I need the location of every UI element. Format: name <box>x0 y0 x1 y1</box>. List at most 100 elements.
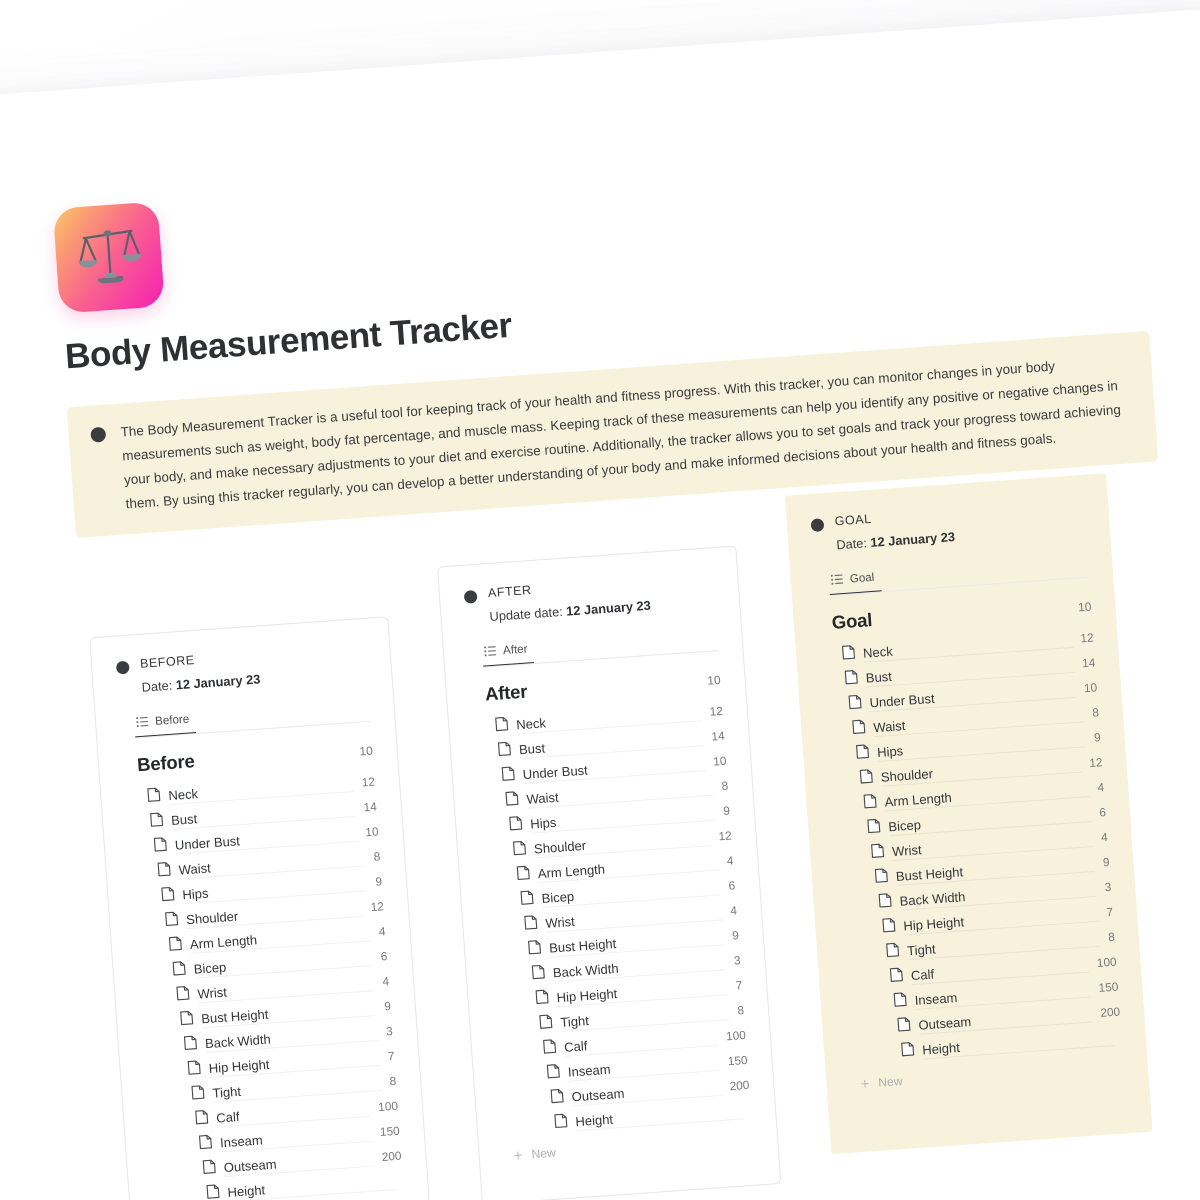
card-goal-db-title: Goal <box>831 608 873 633</box>
tab-before-label: Before <box>154 712 190 728</box>
card-goal-label: GOAL <box>834 512 873 529</box>
page-icon <box>852 719 866 740</box>
callout-bullet-icon <box>90 426 107 443</box>
measurement-value: 200 <box>1099 1004 1121 1021</box>
measurement-value: 8 <box>721 779 729 794</box>
new-label: New <box>877 1074 904 1091</box>
page-icon <box>180 1010 194 1031</box>
measurement-value: 4 <box>1097 780 1105 795</box>
card-goal-rows: Neck 12 Bust 14 Under Bust 10 Waist 8 Hips 9 Shoul… <box>833 625 1122 1067</box>
measurement-value: 9 <box>731 928 740 944</box>
page-icon <box>495 716 509 737</box>
page-icon <box>153 837 167 858</box>
measurement-value: 10 <box>1083 680 1098 696</box>
card-goal[interactable]: GOAL Date: 12 January 23 Goal Goal 10 Ne… <box>784 473 1153 1155</box>
measurement-value: 3 <box>733 953 741 969</box>
page-icon <box>871 843 885 864</box>
measurement-value: 6 <box>1098 805 1107 820</box>
page-icon <box>165 911 179 932</box>
card-after-db-title: After <box>484 680 528 705</box>
page-icon <box>202 1159 216 1180</box>
page-icon <box>150 812 164 833</box>
measurement-value: 14 <box>363 799 378 815</box>
document-page: Body Measurement Tracker The Body Measur… <box>0 6 1200 1200</box>
card-after-tabbar: After <box>481 628 719 668</box>
card-before-db-title: Before <box>136 750 196 776</box>
measurement-value: 8 <box>389 1074 397 1089</box>
tab-after[interactable]: After <box>481 641 535 667</box>
list-icon <box>136 716 149 729</box>
card-after-label: AFTER <box>487 583 533 601</box>
page-icon <box>867 818 881 839</box>
page-icon <box>528 940 542 961</box>
card-before-label: BEFORE <box>139 653 196 672</box>
measurement-value: 8 <box>736 1003 745 1018</box>
card-before-tabbar: Before <box>133 699 371 739</box>
page-icon <box>147 787 161 808</box>
page-icon <box>516 865 530 886</box>
plus-icon: + <box>859 1075 870 1093</box>
page-icon <box>886 942 900 963</box>
measurement-value: 14 <box>1081 655 1096 671</box>
card-before-db-title-value: 10 <box>358 743 374 759</box>
page-icon <box>844 670 858 691</box>
balance-scale-icon <box>52 201 165 314</box>
page-icon <box>191 1085 205 1106</box>
measurement-value: 7 <box>1105 905 1114 920</box>
date-value: 12 January 23 <box>175 671 261 693</box>
measurement-value: 10 <box>364 824 380 840</box>
page-icon <box>206 1184 220 1200</box>
date-prefix: Update date: <box>489 604 564 625</box>
page-icon <box>520 890 534 911</box>
screenshot-stage: Body Measurement Tracker The Body Measur… <box>0 0 1200 1200</box>
page-icon <box>539 1014 553 1035</box>
page-icon <box>183 1035 197 1056</box>
measurement-value: 100 <box>725 1028 747 1044</box>
measurement-value: 3 <box>1104 880 1112 895</box>
page-icon <box>550 1088 564 1109</box>
page-icon <box>882 918 896 939</box>
bullet-icon <box>463 590 478 605</box>
page-icon <box>842 645 856 666</box>
measurement-value: 4 <box>378 924 387 940</box>
tab-before[interactable]: Before <box>133 712 197 738</box>
date-value: 12 January 23 <box>565 598 652 620</box>
measurement-value: 4 <box>729 903 738 919</box>
measurement-value: 9 <box>1093 730 1102 746</box>
measurement-value: 100 <box>377 1099 399 1115</box>
page-icon <box>497 741 511 762</box>
page-icon <box>198 1134 213 1155</box>
measurement-value: 10 <box>712 754 727 770</box>
card-before[interactable]: BEFORE Date: 12 January 23 Before Before… <box>89 616 438 1200</box>
measurement-value: 9 <box>383 999 392 1014</box>
page-icon <box>889 967 903 988</box>
measurement-value: 4 <box>382 974 390 989</box>
bullet-icon <box>810 518 825 533</box>
page-icon <box>848 694 862 715</box>
measurement-value: 9 <box>1102 855 1110 870</box>
bullet-icon <box>115 661 130 675</box>
measurement-value: 12 <box>1088 755 1103 771</box>
measurement-value: 12 <box>709 704 724 720</box>
measurement-value: 9 <box>722 803 731 819</box>
page-icon <box>168 936 182 957</box>
tab-after-label: After <box>502 642 528 658</box>
page-icon <box>893 992 907 1013</box>
measurement-value: 12 <box>370 899 385 915</box>
list-icon <box>484 645 497 658</box>
measurement-value: 8 <box>373 849 381 865</box>
measurement-value: 3 <box>385 1024 394 1039</box>
page-icon <box>501 766 515 787</box>
tab-goal-label: Goal <box>849 570 875 586</box>
card-after[interactable]: AFTER Update date: 12 January 23 After A… <box>436 545 782 1200</box>
measurement-value: 150 <box>379 1124 401 1140</box>
measurement-value: 9 <box>374 874 383 890</box>
page-icon <box>524 915 538 936</box>
measurement-value: 8 <box>1107 930 1116 945</box>
page-icon <box>856 744 870 765</box>
page-icon <box>509 816 523 837</box>
tab-goal[interactable]: Goal <box>828 570 882 595</box>
measurement-value: 150 <box>727 1053 749 1069</box>
card-before-db-title-row: Before 10 <box>136 738 373 777</box>
measurement-value: 100 <box>1096 955 1118 971</box>
